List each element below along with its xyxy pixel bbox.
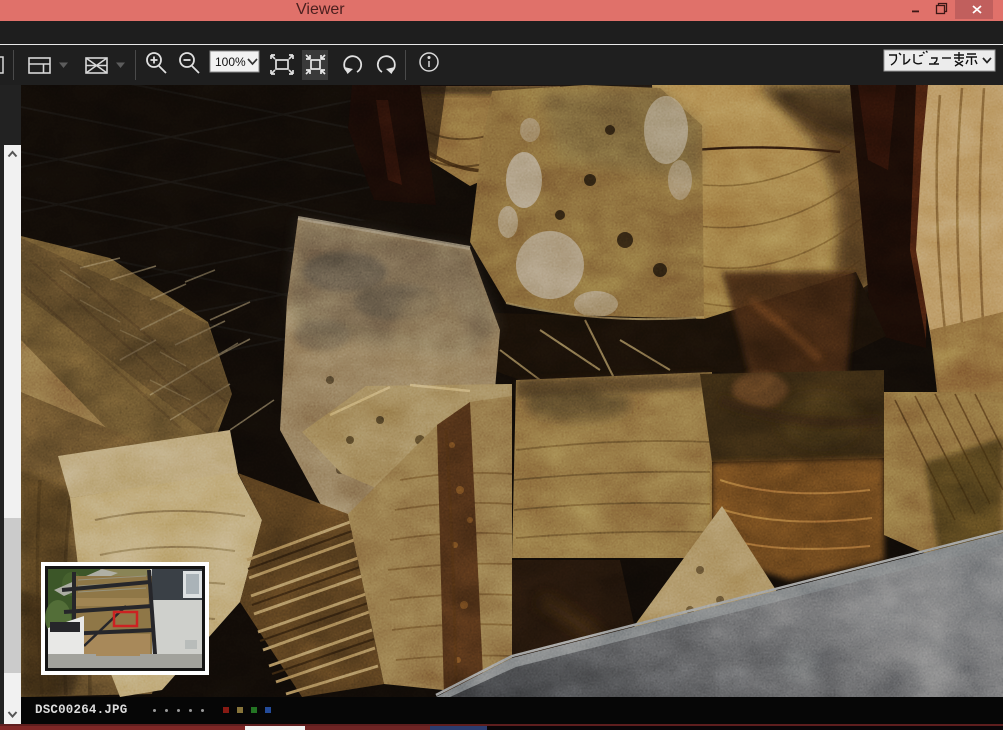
svg-text:100%: 100% (215, 55, 246, 69)
